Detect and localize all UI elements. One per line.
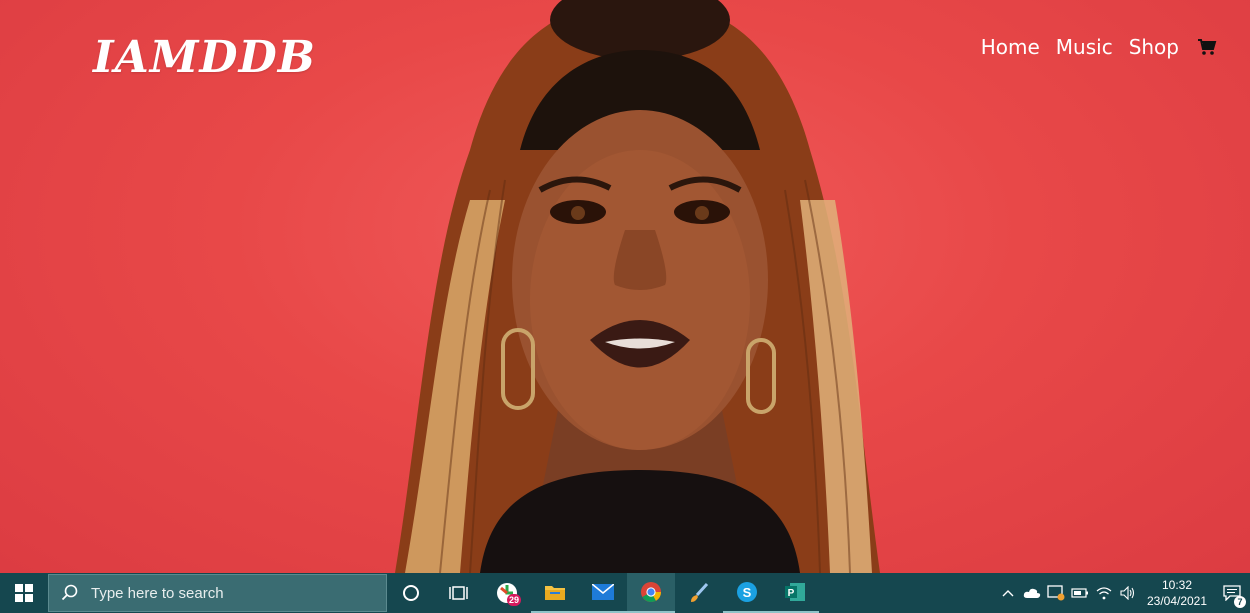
calendar-notification-badge: 29: [506, 594, 521, 606]
wifi-icon: [1096, 587, 1112, 600]
skype-icon: S: [737, 582, 757, 602]
chevron-up-icon: [1002, 590, 1014, 597]
onedrive-cloud-icon: [1023, 588, 1041, 598]
search-icon: [61, 584, 78, 601]
tray-onedrive[interactable]: [1020, 573, 1044, 613]
hero-section: IAMDDB Home Music Shop: [0, 0, 1250, 573]
volume-icon: [1120, 586, 1135, 600]
taskbar-calendar-app[interactable]: 29: [483, 573, 531, 613]
tray-battery[interactable]: [1068, 573, 1092, 613]
taskbar-search-box[interactable]: [48, 574, 387, 612]
publisher-icon: P: [785, 583, 805, 601]
main-nav: Home Music Shop: [981, 34, 1217, 60]
paint-icon: [691, 582, 709, 602]
tray-wifi[interactable]: [1092, 573, 1116, 613]
tray-volume[interactable]: [1116, 573, 1140, 613]
task-view-icon: [449, 586, 468, 600]
taskbar-clock[interactable]: 10:32 23/04/2021: [1140, 577, 1214, 609]
clock-time: 10:32: [1161, 578, 1193, 592]
clock-date: 23/04/2021: [1146, 594, 1208, 608]
security-alert-icon: [1047, 585, 1065, 601]
start-button[interactable]: [0, 573, 48, 613]
nav-link-music[interactable]: Music: [1056, 34, 1113, 60]
site-logo[interactable]: IAMDDB: [93, 30, 316, 86]
taskbar-task-view-button[interactable]: [435, 573, 483, 613]
shopping-cart-icon[interactable]: [1197, 37, 1217, 57]
taskbar-file-explorer[interactable]: [531, 573, 579, 613]
file-explorer-icon: [545, 586, 565, 600]
svg-text:S: S: [743, 585, 752, 600]
action-center-button[interactable]: 7: [1214, 573, 1250, 613]
taskbar-chrome-app[interactable]: [627, 573, 675, 613]
cortana-icon: [403, 585, 419, 601]
taskbar-skype-app[interactable]: S: [723, 573, 771, 613]
show-hidden-icons-button[interactable]: [996, 573, 1020, 613]
mail-icon: [592, 584, 614, 600]
windows-taskbar: 29 S: [0, 573, 1250, 613]
chrome-icon: [641, 582, 662, 603]
notification-count-badge: 7: [1234, 596, 1246, 608]
tray-security[interactable]: [1044, 573, 1068, 613]
svg-text:P: P: [788, 588, 795, 599]
taskbar-paint-app[interactable]: [675, 573, 723, 613]
windows-logo-icon: [15, 584, 33, 602]
system-tray: 10:32 23/04/2021 7: [996, 573, 1250, 613]
search-input[interactable]: [89, 583, 373, 603]
battery-icon: [1071, 588, 1088, 598]
taskbar-cortana-button[interactable]: [387, 573, 435, 613]
taskbar-publisher-app[interactable]: P: [771, 573, 819, 613]
taskbar-mail-app[interactable]: [579, 573, 627, 613]
nav-link-shop[interactable]: Shop: [1129, 34, 1179, 60]
nav-link-home[interactable]: Home: [981, 34, 1040, 60]
